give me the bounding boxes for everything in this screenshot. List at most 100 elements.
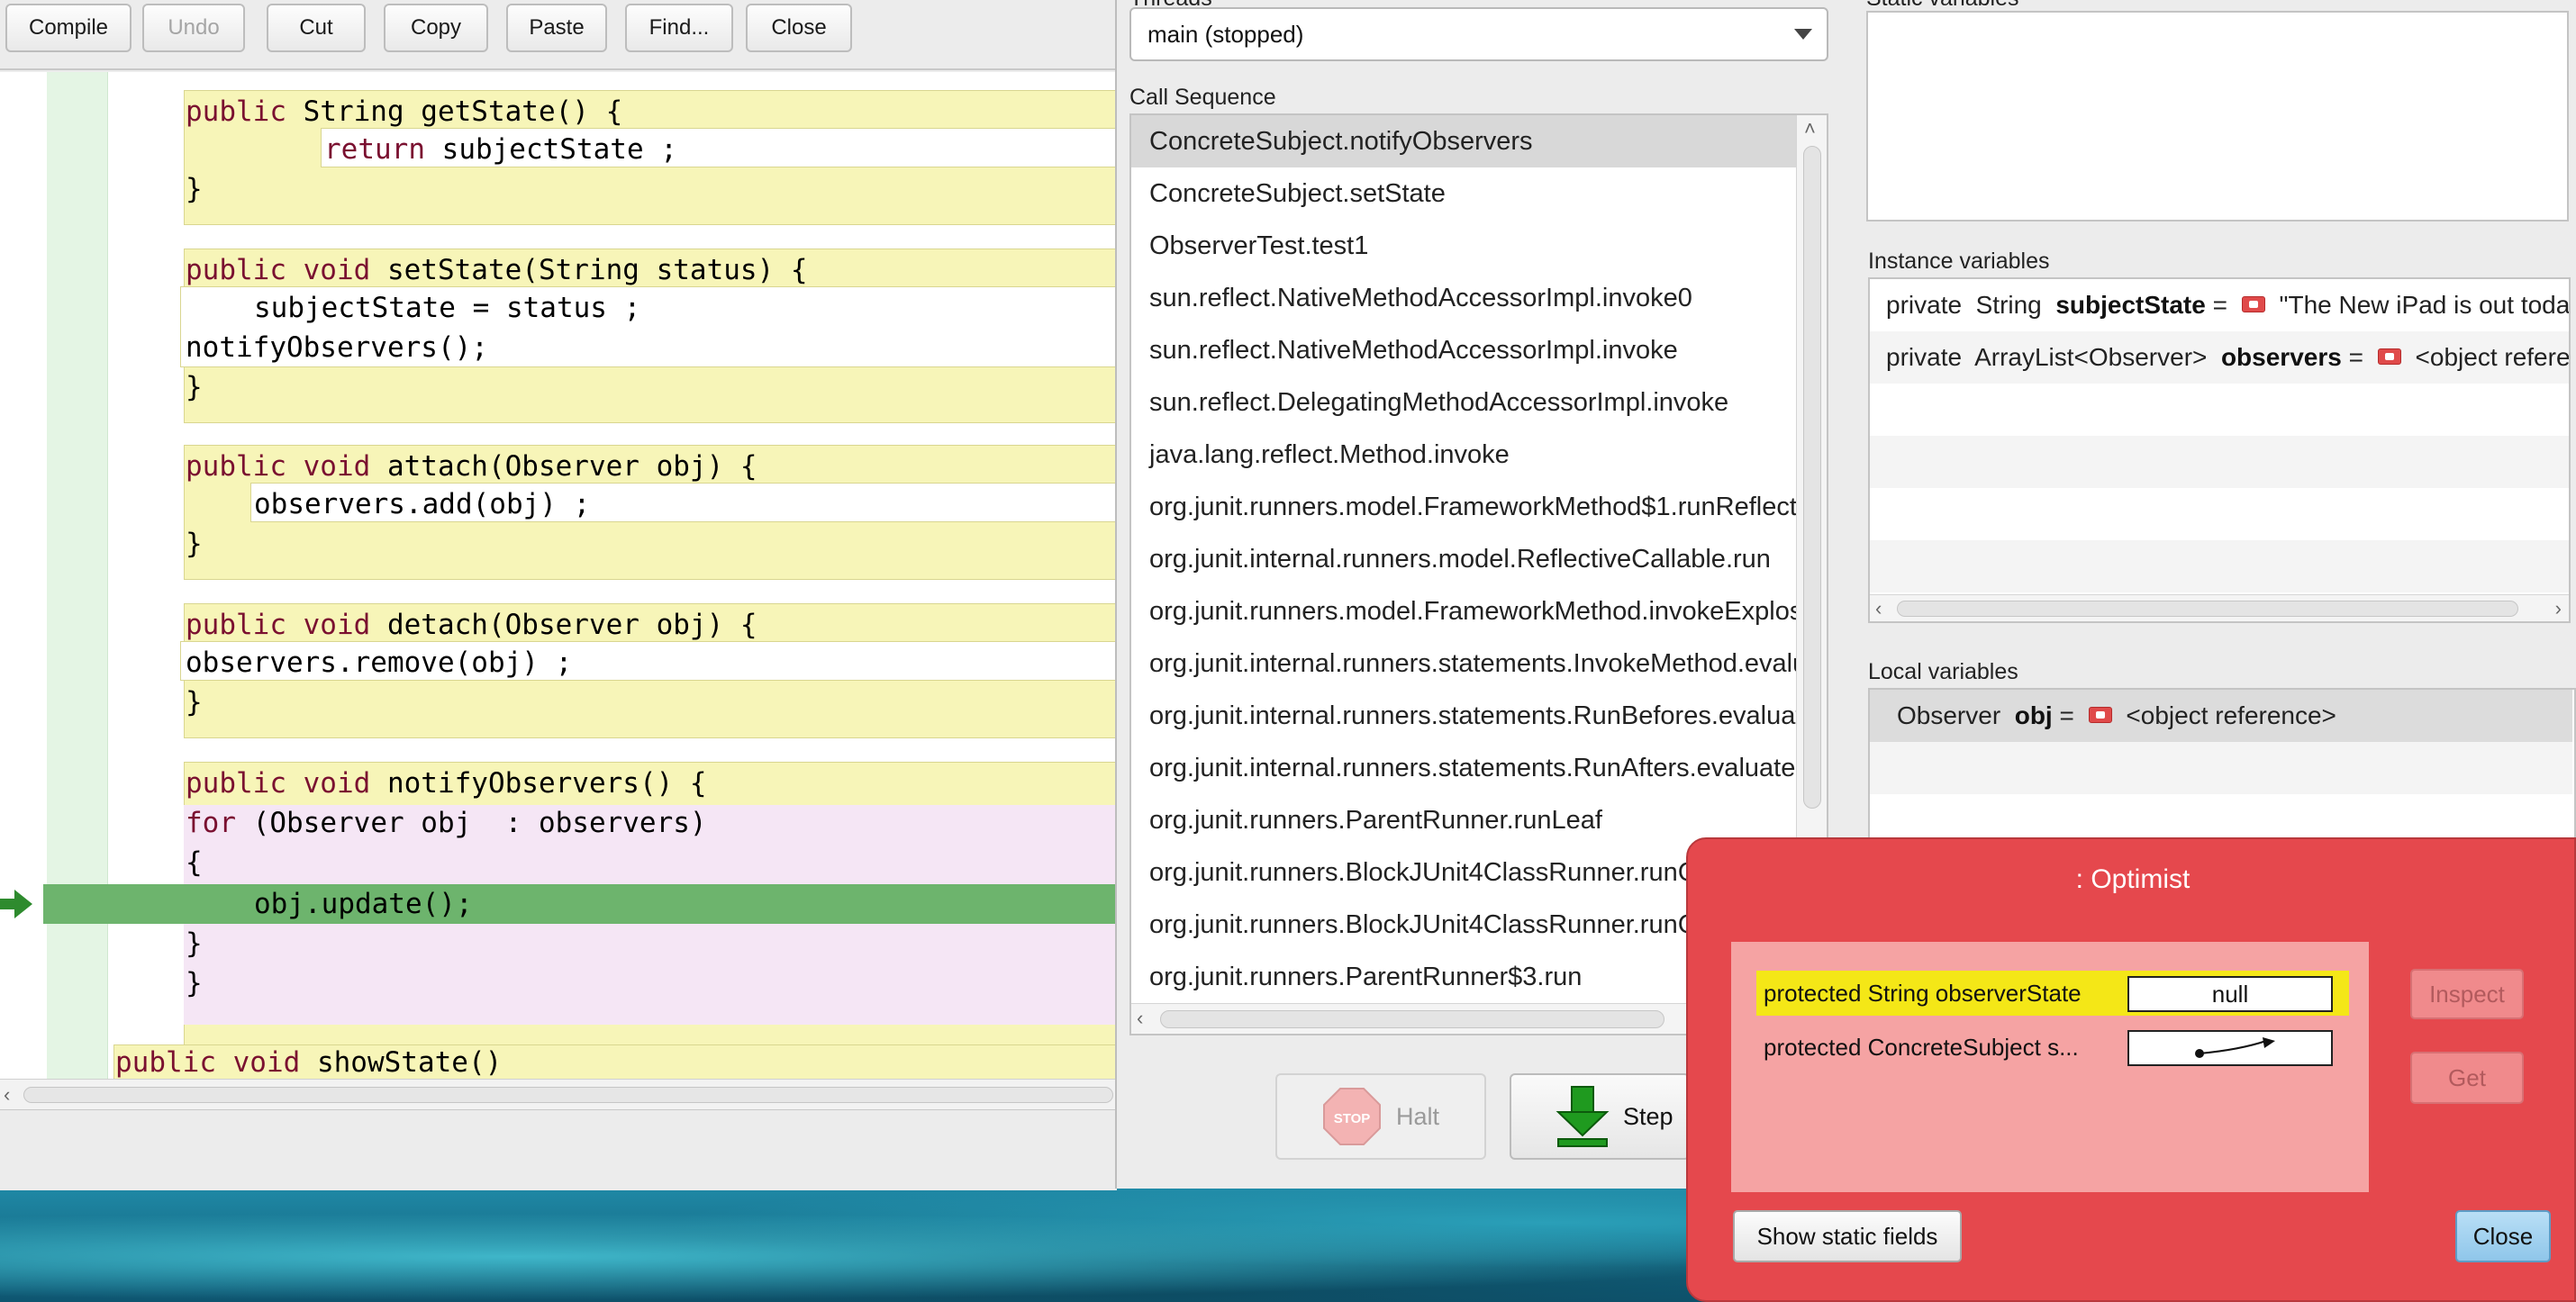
- halt-button[interactable]: STOP Halt: [1275, 1073, 1486, 1160]
- cut-button[interactable]: Cut: [267, 4, 366, 52]
- code-line: observers.remove(obj) ;: [186, 646, 573, 679]
- code-line-text: notifyObservers() {: [386, 767, 707, 800]
- thread-select[interactable]: main (stopped): [1129, 7, 1828, 61]
- code-line: public void setState(String status) {: [186, 254, 808, 286]
- editor-window: Compile Undo Cut Copy Paste Find... Clos…: [0, 0, 1117, 1190]
- code-line: for (Observer obj : observers): [186, 807, 707, 839]
- local-variables-label: Local variables: [1868, 659, 2018, 684]
- step-label: Step: [1623, 1102, 1673, 1130]
- code-line: {: [186, 846, 203, 879]
- var-equals: =: [2348, 343, 2363, 371]
- scroll-left-icon[interactable]: ‹: [1875, 599, 1882, 619]
- field-row-subject[interactable]: protected ConcreteSubject s...: [1756, 1025, 2349, 1070]
- var-name: observers: [2220, 343, 2342, 371]
- stop-sign-icon: STOP: [1323, 1088, 1381, 1145]
- undo-button[interactable]: Undo: [142, 4, 245, 52]
- code-line: }: [186, 173, 203, 205]
- call-sequence-item[interactable]: sun.reflect.NativeMethodAccessorImpl.inv…: [1131, 272, 1796, 324]
- code-line: }: [186, 686, 203, 719]
- code-line: public void showState(): [115, 1046, 503, 1079]
- compile-button[interactable]: Compile: [5, 4, 132, 52]
- field-label: protected String observerState: [1764, 980, 2082, 1007]
- var-type: String: [1975, 291, 2042, 319]
- empty-row: [1870, 742, 2572, 794]
- var-modifier: private: [1886, 343, 1963, 371]
- scroll-left-icon[interactable]: ‹: [1137, 1008, 1143, 1028]
- call-sequence-item[interactable]: sun.reflect.NativeMethodAccessorImpl.inv…: [1131, 324, 1796, 376]
- editor-status-bar: [0, 1109, 1117, 1190]
- field-label: protected ConcreteSubject s...: [1764, 1034, 2079, 1061]
- scrollbar-thumb[interactable]: [1897, 601, 2518, 617]
- var-equals: =: [2212, 291, 2227, 319]
- call-sequence-item[interactable]: org.junit.runners.model.FrameworkMethod.…: [1131, 585, 1796, 637]
- call-sequence-item[interactable]: org.junit.internal.runners.statements.In…: [1131, 637, 1796, 690]
- call-sequence-item[interactable]: ConcreteSubject.notifyObservers: [1131, 115, 1796, 167]
- var-type: Observer: [1897, 701, 2001, 729]
- local-variable-row[interactable]: Observer obj = <object reference>: [1870, 690, 2572, 742]
- copy-button[interactable]: Copy: [384, 4, 488, 52]
- var-name: subjectState: [2055, 291, 2206, 319]
- instance-variables-horizontal-scrollbar[interactable]: ‹ ›: [1870, 594, 2569, 621]
- instance-variables-list[interactable]: private String subjectState = "The New i…: [1868, 277, 2571, 623]
- code-line: public String getState() {: [186, 95, 623, 128]
- paste-button[interactable]: Paste: [506, 4, 607, 52]
- code-editor[interactable]: public String getState() { return subjec…: [0, 72, 1117, 1079]
- var-value: <object reference>: [2126, 701, 2336, 729]
- field-value[interactable]: null: [2127, 976, 2333, 1012]
- code-line: }: [186, 927, 203, 960]
- call-sequence-item[interactable]: org.junit.internal.runners.statements.Ru…: [1131, 690, 1796, 742]
- scroll-right-icon[interactable]: ›: [2555, 599, 2562, 619]
- call-sequence-item[interactable]: sun.reflect.DelegatingMethodAccessorImpl…: [1131, 376, 1796, 429]
- code-line: return subjectState ;: [324, 133, 677, 166]
- code-line-text: setState(String status) {: [386, 254, 808, 286]
- empty-row: [1870, 540, 2569, 592]
- object-inspector-window: : Optimist protected String observerStat…: [1686, 837, 2576, 1302]
- call-sequence-label: Call Sequence: [1129, 85, 1276, 110]
- halt-label: Halt: [1396, 1102, 1440, 1130]
- object-reference-arrow-icon: [2195, 1037, 2275, 1058]
- code-line-text: detach(Observer obj) {: [386, 609, 757, 641]
- scrollbar-thumb[interactable]: [1803, 146, 1821, 809]
- thread-select-value: main (stopped): [1147, 21, 1304, 48]
- editor-horizontal-scrollbar[interactable]: ‹: [0, 1079, 1117, 1109]
- step-down-arrow-icon: [1556, 1086, 1610, 1147]
- execution-arrow-icon: [0, 890, 32, 918]
- field-value-reference[interactable]: [2127, 1030, 2333, 1066]
- code-line: public void attach(Observer obj) {: [186, 450, 757, 483]
- line-number-gutter[interactable]: [0, 72, 45, 1079]
- empty-row: [1870, 488, 2569, 540]
- close-editor-button[interactable]: Close: [746, 4, 852, 52]
- scroll-up-icon[interactable]: ˄: [1804, 119, 1816, 139]
- show-static-fields-button[interactable]: Show static fields: [1733, 1210, 1962, 1262]
- scroll-left-icon[interactable]: ‹: [4, 1085, 10, 1105]
- call-sequence-item[interactable]: ObserverTest.test1: [1131, 220, 1796, 272]
- instance-variable-row[interactable]: private String subjectState = "The New i…: [1870, 279, 2569, 331]
- scrollbar-thumb[interactable]: [1160, 1010, 1664, 1028]
- current-code-line: obj.update();: [254, 888, 473, 920]
- var-name: obj: [2014, 701, 2053, 729]
- field-row-observerstate[interactable]: protected String observerState null: [1756, 971, 2349, 1016]
- call-sequence-item[interactable]: org.junit.runners.model.FrameworkMethod$…: [1131, 481, 1796, 533]
- close-inspector-button[interactable]: Close: [2455, 1210, 2551, 1262]
- code-line: }: [186, 371, 203, 403]
- call-sequence-item[interactable]: java.lang.reflect.Method.invoke: [1131, 429, 1796, 481]
- inspect-button[interactable]: Inspect: [2410, 969, 2524, 1019]
- static-variables-list[interactable]: [1866, 11, 2569, 222]
- call-sequence-item[interactable]: org.junit.internal.runners.model.Reflect…: [1131, 533, 1796, 585]
- editor-toolbar: Compile Undo Cut Copy Paste Find... Clos…: [0, 0, 1117, 70]
- empty-row: [1870, 384, 2569, 436]
- inspector-title: : Optimist: [2075, 864, 2191, 894]
- instance-variable-row[interactable]: private ArrayList<Observer> observers = …: [1870, 331, 2569, 384]
- scrollbar-thumb[interactable]: [23, 1087, 1113, 1103]
- get-button[interactable]: Get: [2410, 1052, 2524, 1104]
- object-ref-icon: [2377, 348, 2401, 365]
- var-equals: =: [2059, 701, 2074, 729]
- find-button[interactable]: Find...: [625, 4, 733, 52]
- code-line-text: String getState() {: [303, 95, 623, 128]
- call-sequence-item[interactable]: org.junit.internal.runners.statements.Ru…: [1131, 742, 1796, 794]
- scope-gutter: [47, 72, 108, 1079]
- var-modifier: private: [1886, 291, 1963, 319]
- call-sequence-item[interactable]: ConcreteSubject.setState: [1131, 167, 1796, 220]
- stop-sign-text: STOP: [1334, 1111, 1371, 1126]
- step-button[interactable]: Step: [1510, 1073, 1690, 1160]
